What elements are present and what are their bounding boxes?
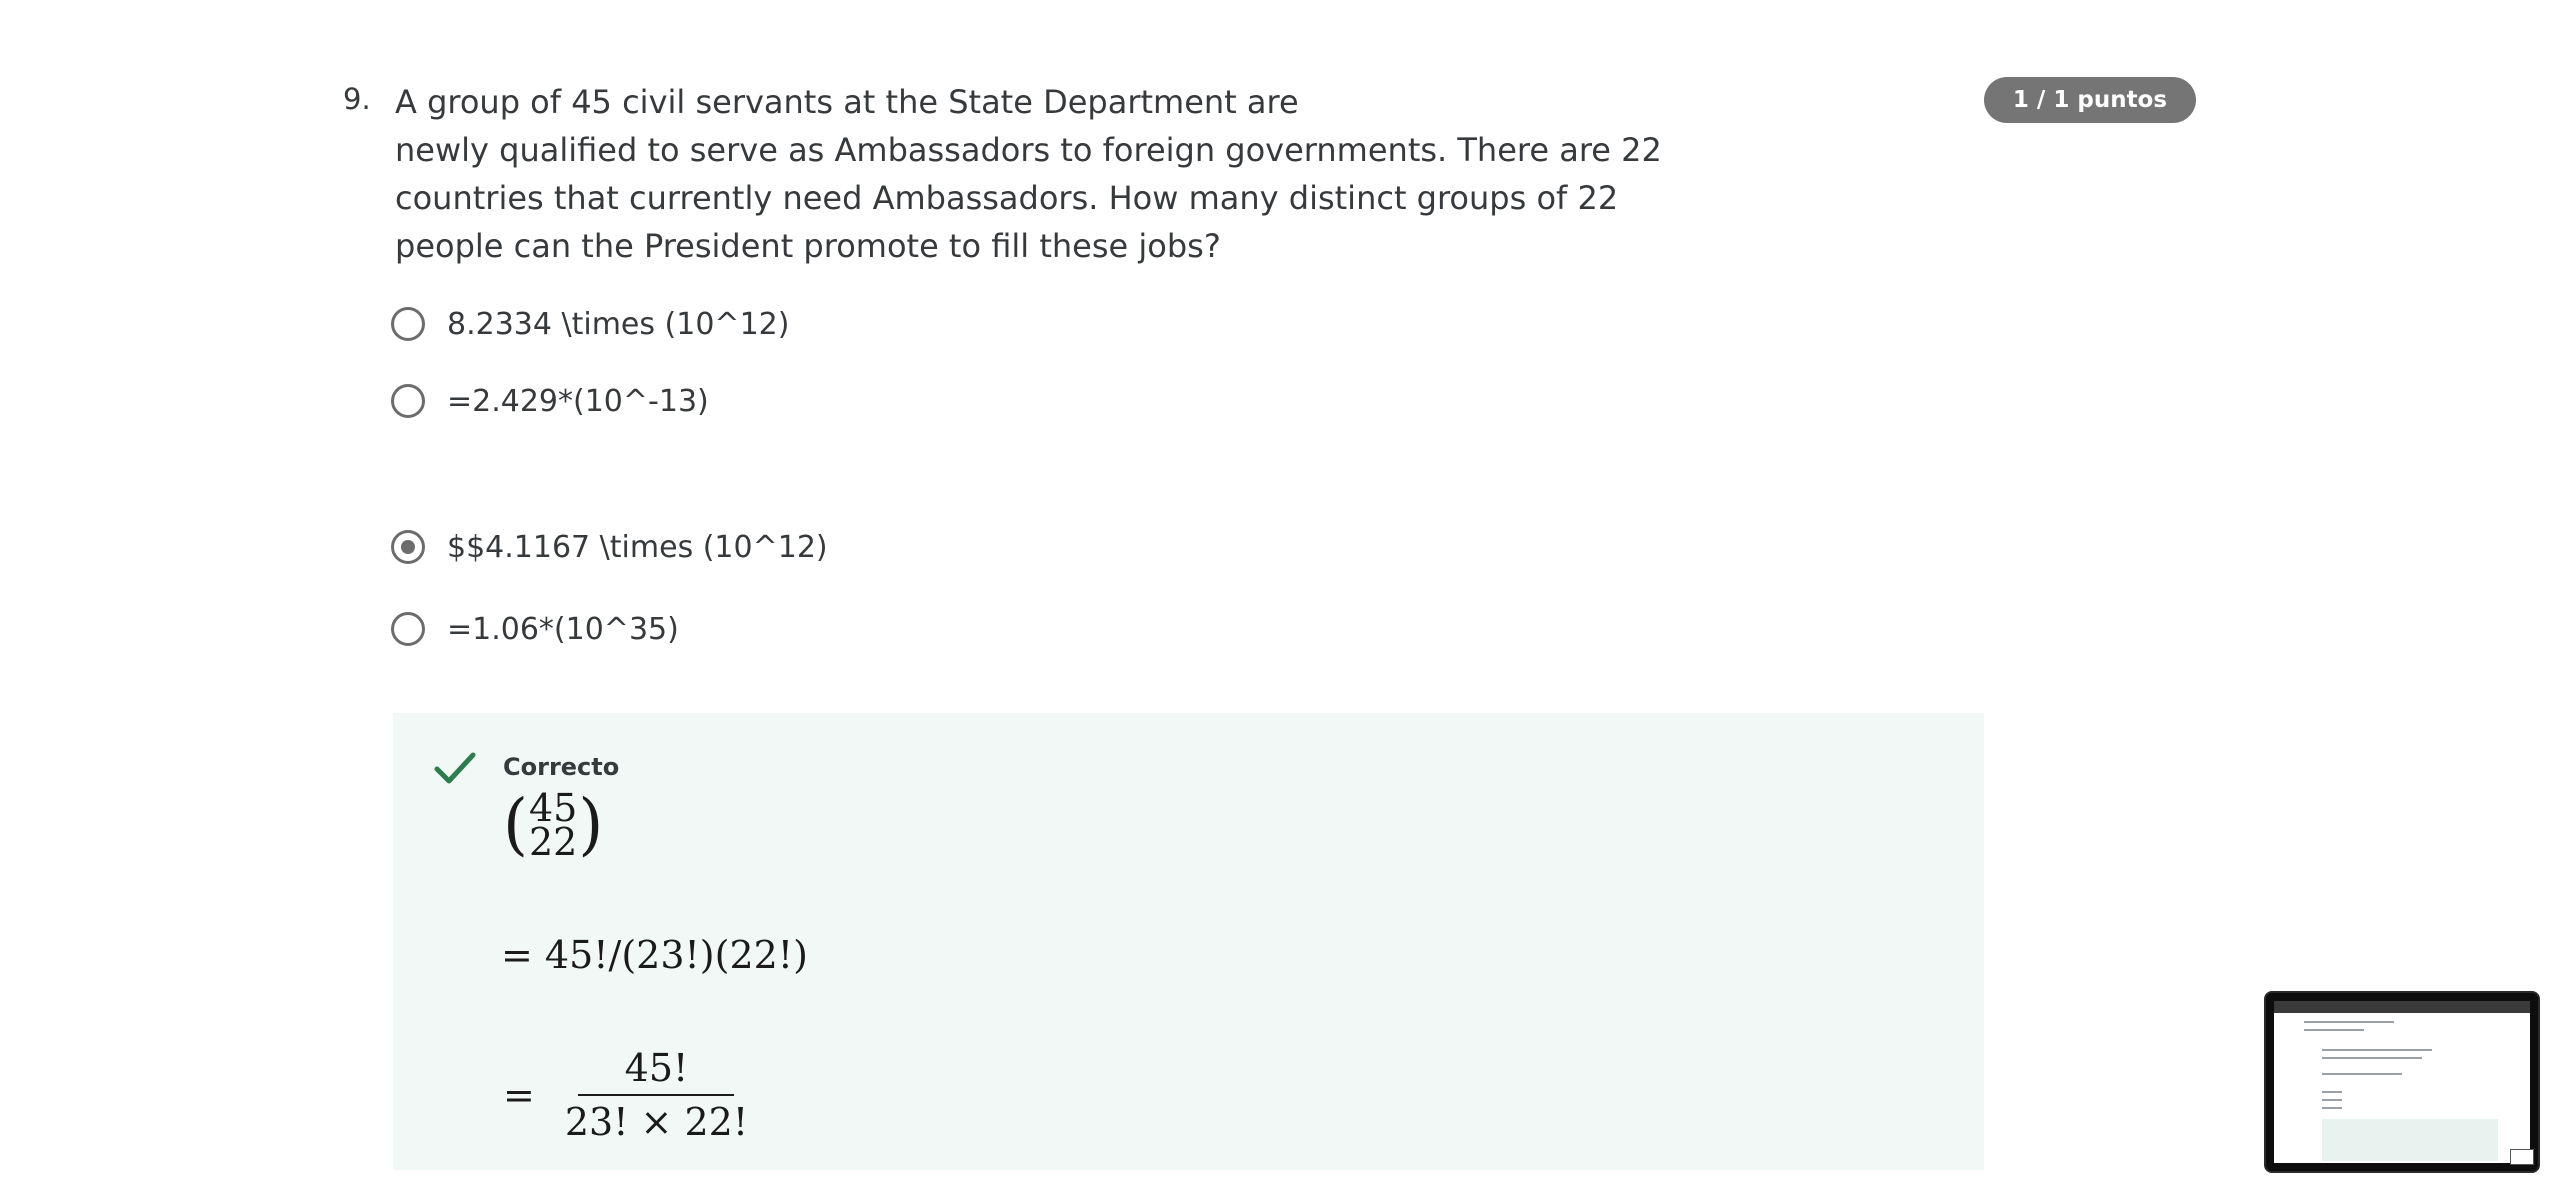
equals-sign: = xyxy=(503,1073,535,1117)
question-text-line: countries that currently need Ambassador… xyxy=(395,179,1619,217)
binomial-expression: ( 45 22 ) xyxy=(503,786,604,864)
thumbnail-line xyxy=(2304,1021,2394,1023)
feedback-panel: Correcto ( 45 22 ) = 45!/(23!)(22!) = 45… xyxy=(393,713,1984,1170)
thumbnail-screen xyxy=(2274,1001,2534,1165)
question-text-line: newly qualified to serve as Ambassadors … xyxy=(395,131,1662,169)
equation-line-2: = 45!/(23!)(22!) xyxy=(501,933,808,977)
feedback-status: Correcto xyxy=(503,753,620,781)
equation-line-3: = 45! 23! × 22! xyxy=(503,1048,752,1142)
fraction-numerator: 45! xyxy=(624,1046,689,1090)
left-paren: ( xyxy=(503,786,528,864)
question-text-line: A group of 45 civil servants at the Stat… xyxy=(395,83,1299,121)
checkmark-icon xyxy=(434,752,476,784)
radio-button[interactable] xyxy=(391,612,425,646)
radio-button[interactable] xyxy=(391,307,425,341)
right-paren: ) xyxy=(578,786,604,864)
thumbnail-line xyxy=(2322,1073,2402,1075)
question-text: A group of 45 civil servants at the Stat… xyxy=(395,78,1662,270)
thumbnail-line xyxy=(2322,1091,2342,1093)
thumbnail-feedback xyxy=(2322,1119,2498,1161)
thumbnail-line xyxy=(2304,1029,2364,1031)
answer-option-label: =2.429*(10^-13) xyxy=(447,383,709,419)
answer-option-label: 8.2334 \times (10^12) xyxy=(447,306,790,342)
binomial-bottom: 22 xyxy=(528,820,578,864)
thumbnail-line xyxy=(2322,1107,2342,1109)
answer-option-2[interactable]: =2.429*(10^-13) xyxy=(391,379,709,423)
question-number: 9. xyxy=(343,82,371,116)
answer-option-4[interactable]: =1.06*(10^35) xyxy=(391,607,679,651)
thumbnail-toolbar xyxy=(2274,1001,2530,1013)
radio-button-selected[interactable] xyxy=(391,530,425,564)
thumbnail-box xyxy=(2510,1149,2534,1165)
binomial-stack: 45 22 xyxy=(528,789,578,864)
thumbnail-line xyxy=(2322,1049,2432,1051)
answer-option-3[interactable]: $$4.1167 \times (10^12) xyxy=(391,525,828,569)
thumbnail-line xyxy=(2322,1057,2422,1059)
radio-button[interactable] xyxy=(391,384,425,418)
answer-option-label: $$4.1167 \times (10^12) xyxy=(447,529,828,565)
fraction: 45! 23! × 22! xyxy=(561,1048,752,1142)
question-text-line: people can the President promote to fill… xyxy=(395,227,1221,265)
answer-option-label: =1.06*(10^35) xyxy=(447,611,679,647)
screen-preview-thumbnail[interactable] xyxy=(2264,991,2540,1173)
answer-option-1[interactable]: 8.2334 \times (10^12) xyxy=(391,302,789,346)
score-badge: 1 / 1 puntos xyxy=(1984,77,2196,123)
thumbnail-line xyxy=(2322,1099,2342,1101)
fraction-denominator: 23! × 22! xyxy=(564,1100,749,1144)
